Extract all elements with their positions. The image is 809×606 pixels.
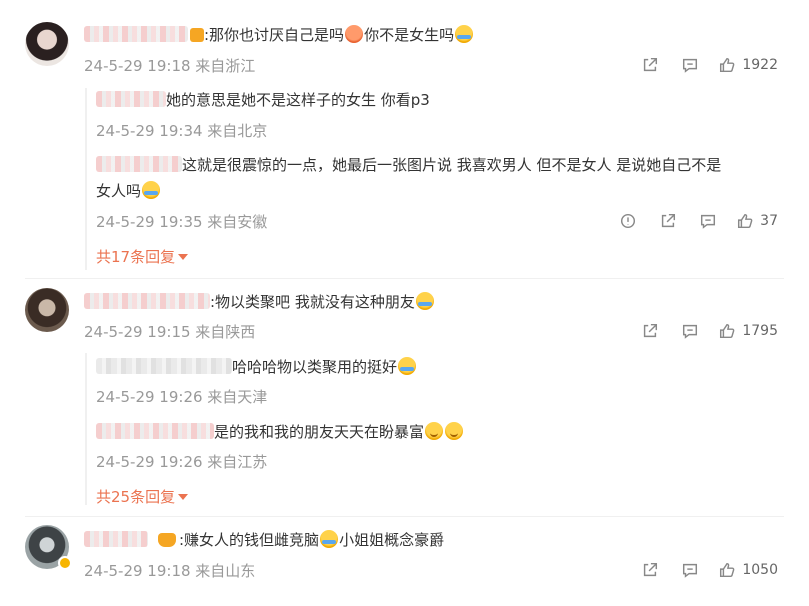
like-button[interactable]: 1795 xyxy=(710,322,809,340)
comment-text: :物以类聚吧 我就没有这种朋友 xyxy=(84,291,435,313)
comment-meta: 24-5-29 19:15 来自陕西 xyxy=(84,323,256,341)
username-blurred[interactable] xyxy=(96,156,182,172)
badge-icon xyxy=(190,28,204,42)
like-count: 1795 xyxy=(742,323,778,339)
username-blurred[interactable] xyxy=(96,423,214,439)
comment-icon[interactable] xyxy=(670,322,710,340)
reply-meta: 24-5-29 19:26 来自天津 xyxy=(96,388,268,406)
divider xyxy=(25,278,784,279)
more-replies-link[interactable]: 共17条回复 xyxy=(96,246,188,267)
more-replies-link[interactable]: 共25条回复 xyxy=(96,486,188,507)
avatar[interactable] xyxy=(25,288,69,332)
emoji-icon xyxy=(445,422,464,440)
like-button[interactable]: 1050 xyxy=(710,561,809,579)
comment-text: :那你也讨厌自己是吗 你不是女生吗 xyxy=(84,24,474,46)
divider xyxy=(25,516,784,517)
reply-meta: 24-5-29 19:35 来自安徽 xyxy=(96,213,268,231)
emoji-icon xyxy=(425,422,444,440)
reply-meta: 24-5-29 19:34 来自北京 xyxy=(96,122,268,140)
reply-meta: 24-5-29 19:26 来自江苏 xyxy=(96,453,268,471)
emoji-icon xyxy=(320,530,339,548)
thumbs-up-icon xyxy=(720,57,735,73)
report-icon[interactable] xyxy=(608,212,648,230)
emoji-icon xyxy=(455,25,474,43)
comment-icon[interactable] xyxy=(670,561,710,579)
thumbs-up-icon xyxy=(720,562,735,578)
like-count: 1050 xyxy=(742,562,778,578)
reply-text: 哈哈哈物以类聚用的挺好 xyxy=(96,356,417,378)
comment-icon[interactable] xyxy=(688,212,728,230)
badge-icon xyxy=(158,533,176,547)
emoji-icon xyxy=(142,181,161,199)
reply-text-cont: 女人吗 xyxy=(96,180,161,202)
comment-actions: 1795 xyxy=(630,320,809,342)
username-blurred[interactable] xyxy=(84,26,188,42)
reply-text: 这就是很震惊的一点，她最后一张图片说 我喜欢男人 但不是女人 是说她自己不是 xyxy=(96,154,721,176)
thumbs-up-icon xyxy=(720,323,735,339)
username-blurred[interactable] xyxy=(84,293,210,309)
comment-icon[interactable] xyxy=(670,56,710,74)
emoji-icon xyxy=(345,25,364,43)
reply-list xyxy=(85,88,785,270)
share-icon[interactable] xyxy=(630,56,670,74)
reply-actions: 37 xyxy=(608,210,809,232)
avatar[interactable] xyxy=(25,22,69,66)
comment-meta: 24-5-29 19:18 来自山东 xyxy=(84,562,256,580)
share-icon[interactable] xyxy=(630,561,670,579)
thumbs-up-icon xyxy=(738,213,753,229)
emoji-icon xyxy=(398,357,417,375)
comment-actions: 1050 xyxy=(630,559,809,581)
comment-actions: 1922 xyxy=(630,54,809,76)
share-icon[interactable] xyxy=(648,212,688,230)
reply-text: 是的我和我的朋友天天在盼暴富 xyxy=(96,421,464,443)
share-icon[interactable] xyxy=(630,322,670,340)
emoji-icon xyxy=(415,292,434,310)
username-blurred[interactable] xyxy=(96,91,166,107)
like-count: 1922 xyxy=(742,57,778,73)
comment-text: :赚女人的钱但雌竞脑 小姐姐概念豪爵 xyxy=(84,529,444,551)
like-button[interactable]: 1922 xyxy=(710,56,809,74)
comment-meta: 24-5-29 19:18 来自浙江 xyxy=(84,57,256,75)
reply-text: 她的意思是她不是这样子的女生 你看p3 xyxy=(96,89,430,111)
verified-badge-icon xyxy=(58,556,72,570)
like-count: 37 xyxy=(760,213,778,229)
like-button[interactable]: 37 xyxy=(728,212,809,230)
username-blurred[interactable] xyxy=(96,358,232,374)
username-blurred[interactable] xyxy=(84,531,148,547)
